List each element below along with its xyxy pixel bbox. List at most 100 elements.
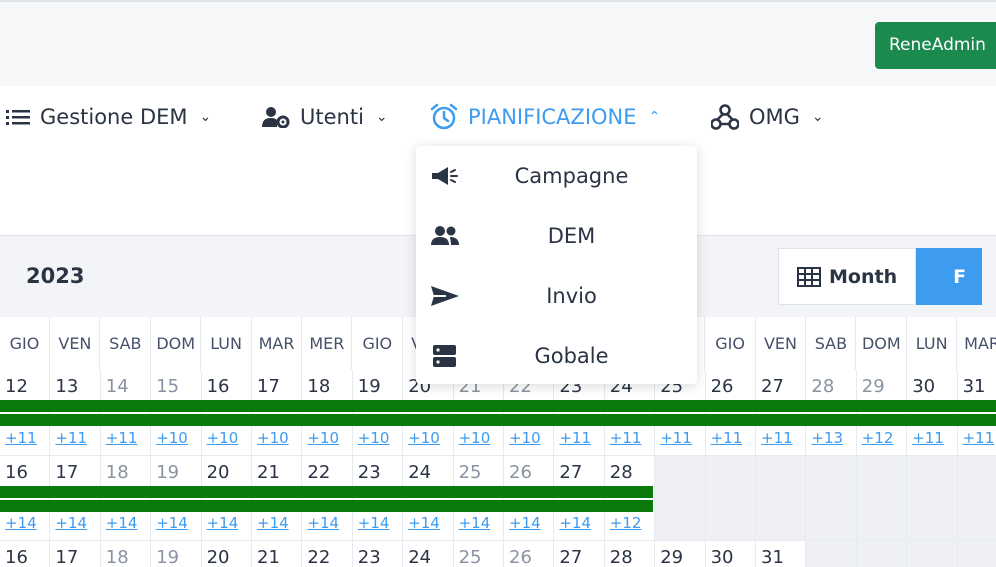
calendar-day-cell[interactable]: 18 +14 — [100, 456, 152, 541]
calendar-day-cell[interactable]: 28 +12 — [604, 456, 656, 541]
calendar-day-cell[interactable]: 29 +12 — [856, 370, 908, 456]
calendar-empty-cell — [655, 456, 706, 541]
calendar-day-cell[interactable]: 18 +10 — [302, 370, 353, 456]
menu-item-dem[interactable]: DEM — [416, 206, 697, 266]
calendar-empty-cell — [957, 456, 996, 541]
calendar-day-cell[interactable]: 26 +14 — [504, 456, 555, 541]
calendar-day-cell[interactable]: 14 +11 — [100, 370, 152, 456]
menu-item-invio[interactable]: Invio — [416, 266, 697, 326]
more-events-link[interactable]: +11 — [106, 429, 138, 447]
calendar-day-cell[interactable]: 16 — [0, 541, 51, 567]
more-events-link[interactable]: +10 — [509, 429, 541, 447]
calendar-day-cell[interactable]: 13 +11 — [50, 370, 101, 456]
calendar-day-cell[interactable]: 28 +13 — [806, 370, 857, 456]
webhook-icon — [711, 104, 739, 130]
more-events-link[interactable]: +14 — [459, 514, 491, 532]
more-events-link[interactable]: +14 — [408, 514, 440, 532]
nav-gestione-dem[interactable]: Gestione DEM ⌄ — [6, 101, 211, 133]
more-events-link[interactable]: +10 — [207, 429, 239, 447]
more-events-link[interactable]: +10 — [408, 429, 440, 447]
calendar-empty-cell — [856, 456, 908, 541]
more-events-link[interactable]: +12 — [610, 514, 642, 532]
menu-item-campagne[interactable]: Campagne — [416, 146, 697, 206]
more-events-link[interactable]: +14 — [509, 514, 541, 532]
calendar-day-cell[interactable]: 21 — [252, 541, 303, 567]
calendar-day-cell[interactable]: 20 +14 — [201, 456, 252, 541]
more-events-link[interactable]: +10 — [156, 429, 188, 447]
event-bar[interactable] — [0, 486, 654, 498]
more-events-link[interactable]: +10 — [307, 429, 339, 447]
more-events-link[interactable]: +11 — [711, 429, 743, 447]
calendar-day-cell[interactable]: 30 +11 — [907, 370, 958, 456]
calendar-day-cell[interactable]: 28 — [605, 541, 656, 567]
more-events-link[interactable]: +10 — [459, 429, 491, 447]
more-events-link[interactable]: +14 — [559, 514, 591, 532]
more-events-link[interactable]: +14 — [207, 514, 239, 532]
calendar-day-cell[interactable]: 27 +14 — [554, 456, 605, 541]
calendar-day-cell[interactable]: 27 — [554, 541, 605, 567]
nav-pianificazione[interactable]: PIANIFICAZIONE ⌃ — [430, 101, 660, 133]
day-number: 22 — [307, 462, 331, 483]
more-events-link[interactable]: +10 — [358, 429, 390, 447]
more-events-link[interactable]: +11 — [963, 429, 995, 447]
nav-utenti[interactable]: Utenti ⌄ — [262, 101, 388, 133]
day-number: 28 — [609, 462, 633, 483]
calendar-day-cell[interactable]: 25 — [454, 541, 504, 567]
calendar-day-cell[interactable]: 31 — [756, 541, 807, 567]
calendar-day-cell[interactable]: 19 — [151, 541, 202, 567]
calendar-day-cell[interactable]: 17 — [50, 541, 101, 567]
more-events-link[interactable]: +14 — [55, 514, 87, 532]
calendar-day-cell[interactable]: 12 +11 — [0, 370, 51, 456]
calendar-day-cell[interactable]: 15 +10 — [151, 370, 202, 456]
more-events-link[interactable]: +14 — [257, 514, 289, 532]
calendar-day-cell[interactable]: 19 +14 — [151, 456, 202, 541]
calendar-day-cell[interactable]: 22 +14 — [302, 456, 353, 541]
more-events-link[interactable]: +11 — [761, 429, 793, 447]
calendar-day-cell[interactable]: 21 +14 — [252, 456, 303, 541]
view-list-button[interactable]: F — [916, 248, 983, 305]
event-bar[interactable] — [0, 414, 996, 426]
more-events-link[interactable]: +13 — [811, 429, 843, 447]
calendar-day-cell[interactable]: 18 — [101, 541, 152, 567]
calendar-empty-cell — [705, 456, 756, 541]
calendar-day-cell[interactable]: 19 +10 — [352, 370, 404, 456]
more-events-link[interactable]: +10 — [257, 429, 289, 447]
calendar-day-cell[interactable]: 23 +14 — [352, 456, 404, 541]
event-bar[interactable] — [0, 500, 654, 512]
calendar-day-cell[interactable]: 17 +14 — [50, 456, 101, 541]
nav-omg[interactable]: OMG ⌄ — [711, 101, 824, 133]
calendar-day-cell[interactable]: 16 +14 — [0, 456, 51, 541]
user-menu-button[interactable]: ReneAdmin — [875, 22, 996, 69]
calendar-day-cell[interactable]: 24 — [403, 541, 454, 567]
view-month-button[interactable]: Month — [778, 248, 917, 305]
calendar-day-cell[interactable]: 25 +14 — [453, 456, 504, 541]
calendar-day-cell[interactable]: 30 — [706, 541, 756, 567]
calendar-day-cell[interactable]: 22 — [302, 541, 353, 567]
calendar-day-cell[interactable]: 29 — [655, 541, 706, 567]
calendar-day-cell[interactable]: 17 +10 — [252, 370, 303, 456]
calendar-day-cell[interactable]: 27 +11 — [756, 370, 807, 456]
chevron-down-icon: ⌄ — [375, 109, 388, 125]
calendar-day-cell[interactable]: 31 +11 — [957, 370, 996, 456]
menu-item-gobale[interactable]: Gobale — [416, 326, 697, 386]
main-nav: Gestione DEM ⌄ Utenti ⌄ PIANIFICAZIONE ⌃ — [0, 86, 996, 148]
more-events-link[interactable]: +14 — [358, 514, 390, 532]
calendar-day-cell[interactable]: 16 +10 — [201, 370, 252, 456]
calendar-day-cell[interactable]: 23 — [353, 541, 404, 567]
calendar-day-cell[interactable]: 24 +14 — [403, 456, 454, 541]
calendar-day-cell[interactable]: 20 — [202, 541, 252, 567]
more-events-link[interactable]: +14 — [156, 514, 188, 532]
more-events-link[interactable]: +11 — [660, 429, 692, 447]
more-events-link[interactable]: +14 — [5, 514, 37, 532]
more-events-link[interactable]: +11 — [55, 429, 87, 447]
more-events-link[interactable]: +11 — [5, 429, 37, 447]
calendar-day-cell[interactable]: 26 +11 — [705, 370, 756, 456]
more-events-link[interactable]: +11 — [912, 429, 944, 447]
event-bar[interactable] — [0, 400, 996, 412]
more-events-link[interactable]: +14 — [106, 514, 138, 532]
more-events-link[interactable]: +12 — [862, 429, 894, 447]
more-events-link[interactable]: +11 — [559, 429, 591, 447]
calendar-day-cell[interactable]: 26 — [504, 541, 555, 567]
more-events-link[interactable]: +14 — [307, 514, 339, 532]
more-events-link[interactable]: +11 — [610, 429, 642, 447]
